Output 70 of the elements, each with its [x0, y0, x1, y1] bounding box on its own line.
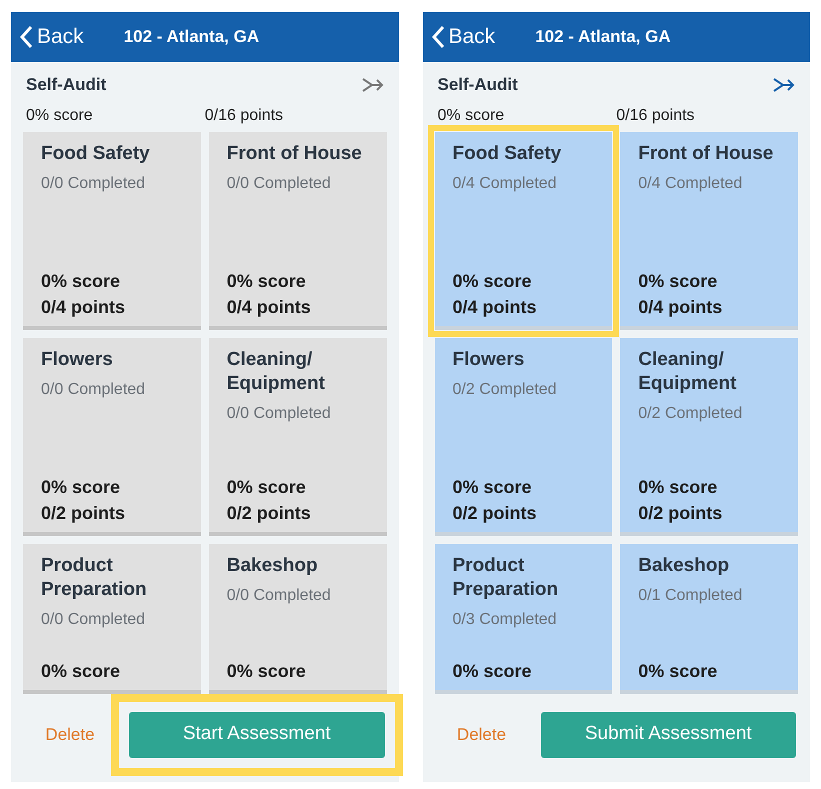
- category-score: 0% score: [226, 660, 307, 682]
- store-title: 102 - Atlanta, GA: [535, 26, 671, 48]
- back-button[interactable]: Back: [19, 21, 84, 53]
- category-card[interactable]: Food Safety 0/4 Completed 0% score 0/4 points: [434, 132, 612, 330]
- completed-count: 0/0 Completed: [226, 404, 332, 424]
- chevron-left-icon: [19, 25, 33, 49]
- category-card[interactable]: Product Preparation 0/0 Completed 0% score: [23, 544, 201, 694]
- total-score: 0% score: [26, 106, 94, 126]
- category-card[interactable]: Flowers 0/0 Completed 0% score 0/2 points: [23, 338, 201, 536]
- category-card[interactable]: Product Preparation 0/3 Completed 0% score: [434, 544, 612, 694]
- back-button[interactable]: Back: [430, 21, 496, 53]
- total-score: 0% score: [438, 106, 506, 126]
- completed-count: 0/2 Completed: [452, 380, 558, 400]
- category-title: Cleaning/ Equipment: [638, 348, 738, 396]
- total-points: 0/16 points: [616, 106, 696, 126]
- completed-count: 0/0 Completed: [41, 610, 146, 630]
- audit-title: Self-Audit: [26, 74, 106, 96]
- total-points: 0/16 points: [204, 106, 284, 126]
- category-title: Front of House: [638, 142, 774, 166]
- category-score: 0% score: [226, 476, 307, 498]
- category-title: Bakeshop: [638, 554, 730, 578]
- completed-count: 0/0 Completed: [41, 380, 146, 400]
- category-score: 0% score: [452, 270, 533, 292]
- category-card[interactable]: Food Safety 0/0 Completed 0% score 0/4 points: [23, 132, 201, 330]
- category-title: Flowers: [452, 348, 526, 372]
- completed-count: 0/2 Completed: [638, 404, 744, 424]
- category-card[interactable]: Bakeshop 0/1 Completed 0% score: [620, 544, 798, 694]
- category-title: Product Preparation: [41, 554, 148, 602]
- category-points: 0/4 points: [452, 296, 538, 319]
- category-card[interactable]: Flowers 0/2 Completed 0% score 0/2 points: [434, 338, 612, 536]
- category-score: 0% score: [452, 660, 533, 682]
- completed-count: 0/4 Completed: [452, 174, 558, 194]
- merge-arrow-icon[interactable]: [362, 76, 384, 93]
- category-points: 0/2 points: [41, 502, 126, 525]
- completed-count: 0/4 Completed: [638, 174, 744, 194]
- category-points: 0/2 points: [452, 502, 538, 525]
- category-title: Product Preparation: [452, 554, 560, 602]
- category-title: Food Safety: [41, 142, 151, 166]
- category-points: 0/4 points: [226, 296, 312, 319]
- category-card[interactable]: Cleaning/ Equipment 0/2 Completed 0% score 0/2 points: [620, 338, 798, 536]
- completed-count: 0/3 Completed: [452, 610, 558, 630]
- chevron-left-icon: [430, 25, 444, 49]
- category-title: Cleaning/ Equipment: [226, 348, 326, 396]
- completed-count: 0/1 Completed: [638, 586, 744, 606]
- store-title: 102 - Atlanta, GA: [124, 26, 260, 48]
- category-score: 0% score: [638, 476, 718, 498]
- category-points: 0/2 points: [226, 502, 312, 525]
- category-card[interactable]: Bakeshop 0/0 Completed 0% score: [208, 544, 386, 694]
- category-score: 0% score: [452, 476, 533, 498]
- category-score: 0% score: [226, 270, 307, 292]
- category-card[interactable]: Cleaning/ Equipment 0/0 Completed 0% score 0/2 points: [208, 338, 386, 536]
- category-card[interactable]: Front of House 0/4 Completed 0% score 0/4 points: [620, 132, 798, 330]
- completed-count: 0/0 Completed: [41, 174, 146, 194]
- category-card[interactable]: Front of House 0/0 Completed 0% score 0/4 points: [208, 132, 386, 330]
- category-score: 0% score: [41, 660, 122, 682]
- category-title: Food Safety: [452, 142, 562, 166]
- category-score: 0% score: [41, 270, 122, 292]
- merge-arrow-icon[interactable]: [773, 76, 795, 93]
- category-title: Flowers: [41, 348, 114, 372]
- category-score: 0% score: [638, 660, 718, 682]
- category-points: 0/2 points: [638, 502, 724, 525]
- category-title: Front of House: [226, 142, 363, 166]
- category-score: 0% score: [638, 270, 718, 292]
- category-score: 0% score: [41, 476, 122, 498]
- completed-count: 0/0 Completed: [226, 586, 332, 606]
- completed-count: 0/0 Completed: [226, 174, 332, 194]
- audit-title: Self-Audit: [438, 74, 518, 96]
- category-points: 0/4 points: [638, 296, 724, 319]
- category-points: 0/4 points: [41, 296, 126, 319]
- category-title: Bakeshop: [226, 554, 319, 578]
